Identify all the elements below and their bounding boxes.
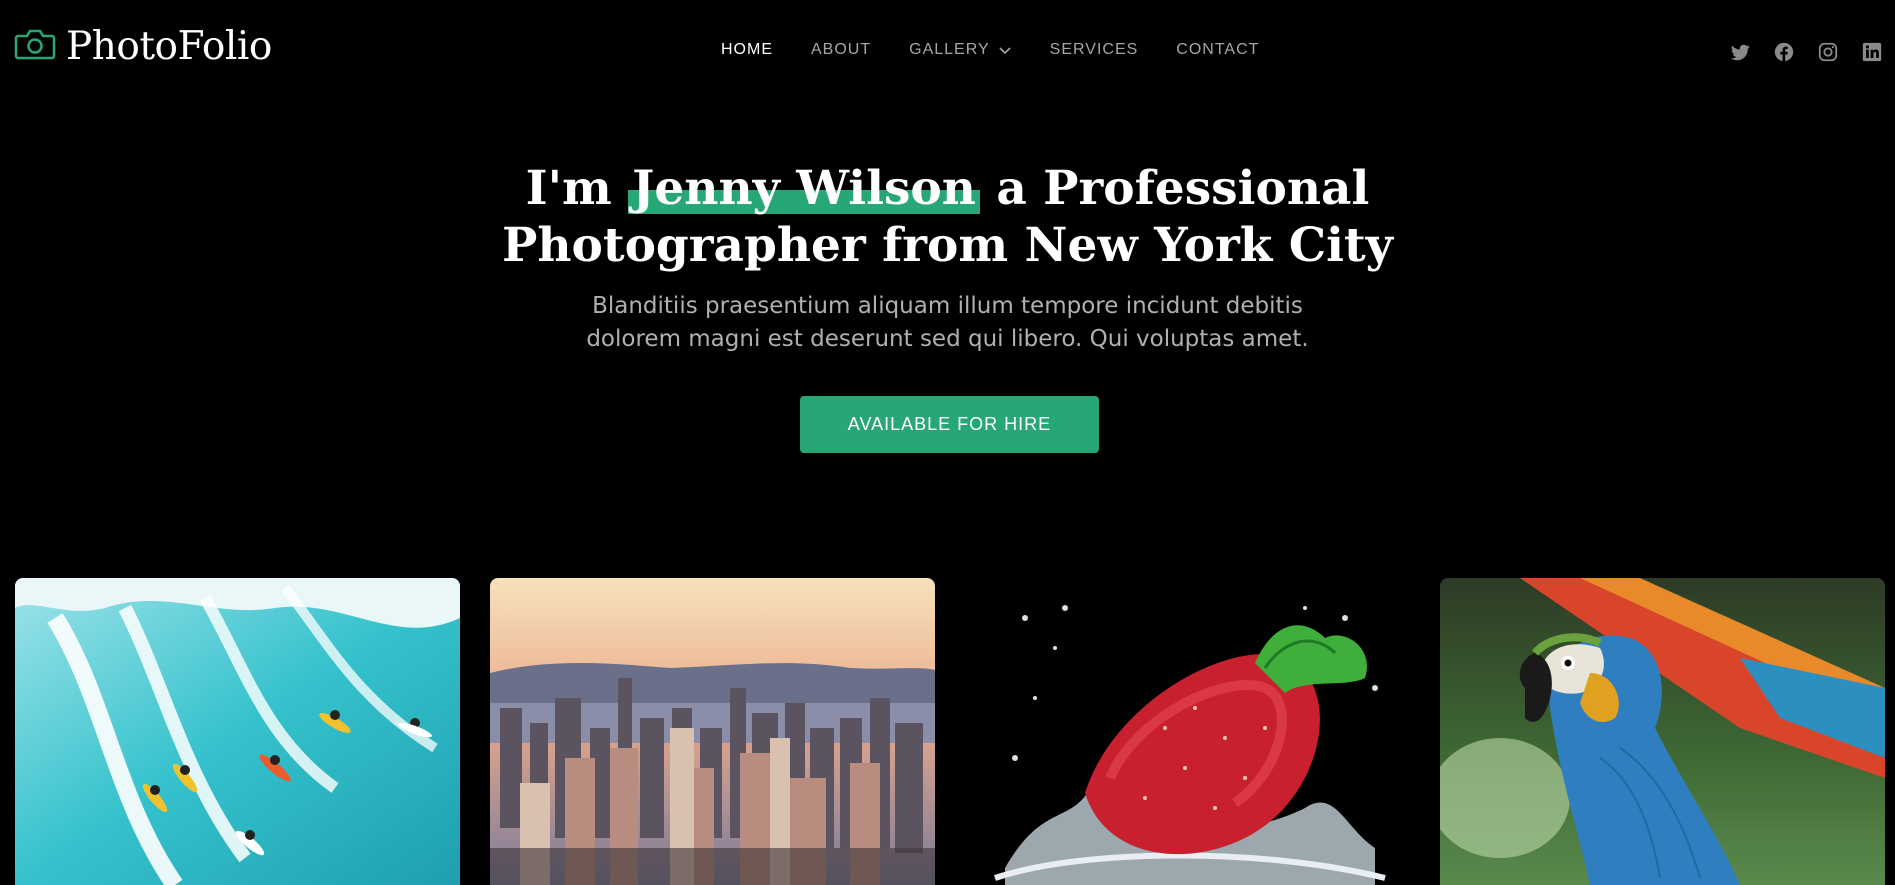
nav-gallery-label: GALLERY — [909, 41, 990, 58]
brand-name: PhotoFolio — [66, 24, 272, 69]
brand-logo[interactable]: PhotoFolio — [14, 24, 272, 69]
nav-about-label: ABOUT — [811, 41, 872, 58]
site-header: PhotoFolio HOME ABOUT GALLERY SERVICES C… — [0, 0, 1895, 104]
available-for-hire-button[interactable]: AVAILABLE FOR HIRE — [800, 396, 1099, 453]
instagram-icon[interactable] — [1817, 41, 1839, 63]
nav-contact[interactable]: CONTACT — [1176, 41, 1259, 59]
gallery-image-city-skyline[interactable] — [490, 578, 935, 885]
hero-title-line2: Photographer from New York City — [502, 218, 1393, 273]
hero-title: I'm Jenny Wilson a Professional Photogra… — [0, 160, 1895, 274]
main-nav: HOME ABOUT GALLERY SERVICES CONTACT — [721, 41, 1297, 59]
nav-home-label: HOME — [721, 41, 773, 58]
hero-section: I'm Jenny Wilson a Professional Photogra… — [0, 160, 1895, 356]
hero-title-suffix: a Professional — [979, 161, 1370, 216]
linkedin-icon[interactable] — [1861, 41, 1883, 63]
nav-gallery[interactable]: GALLERY — [909, 41, 1012, 59]
facebook-icon[interactable] — [1773, 41, 1795, 63]
nav-about[interactable]: ABOUT — [811, 41, 871, 59]
nav-services-label: SERVICES — [1049, 41, 1139, 58]
twitter-icon[interactable] — [1729, 41, 1751, 63]
gallery-image-macaw-parrot[interactable] — [1440, 578, 1885, 885]
hero-subtitle: Blanditiis praesentium aliquam illum tem… — [586, 293, 1309, 352]
camera-icon — [14, 27, 56, 66]
nav-home[interactable]: HOME — [721, 41, 773, 59]
social-links — [1707, 41, 1883, 63]
nav-contact-label: CONTACT — [1176, 41, 1260, 58]
hero-title-name: Jenny Wilson — [628, 161, 980, 216]
gallery-strip — [0, 578, 1895, 885]
nav-services[interactable]: SERVICES — [1050, 41, 1139, 59]
gallery-image-surfers[interactable] — [15, 578, 460, 885]
hero-title-prefix: I'm — [525, 161, 629, 216]
chevron-down-icon — [999, 47, 1011, 55]
cta-label: AVAILABLE FOR HIRE — [847, 414, 1052, 434]
gallery-image-strawberry-splash[interactable] — [965, 578, 1410, 885]
